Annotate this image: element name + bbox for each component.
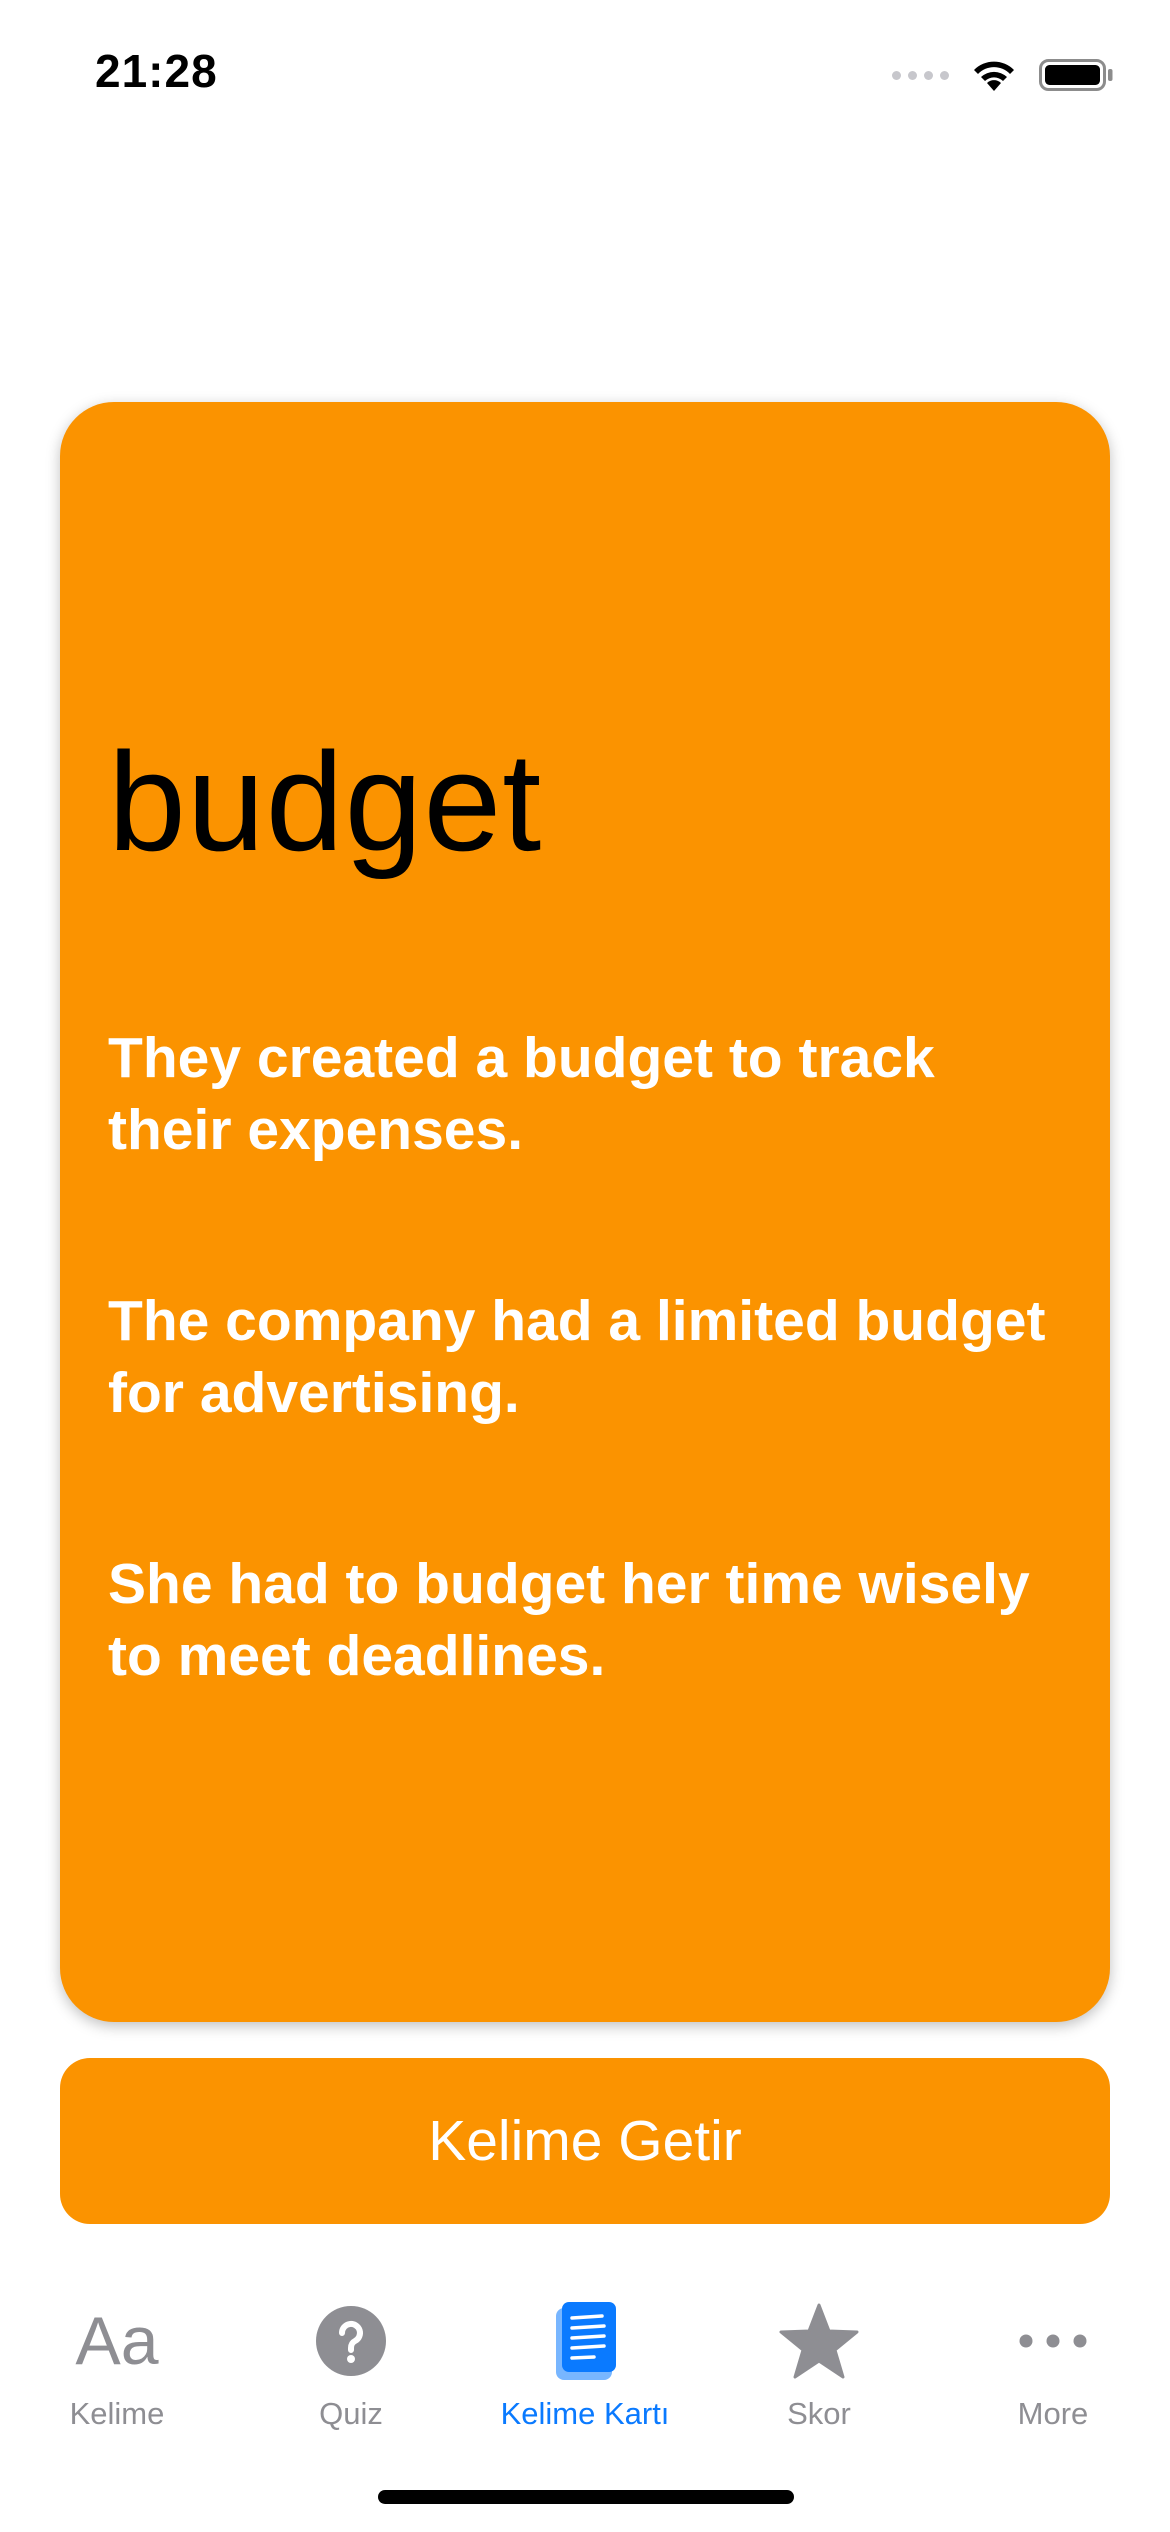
tab-label: Quiz xyxy=(319,2396,383,2431)
text-format-icon: Aa xyxy=(75,2303,159,2379)
fetch-word-button[interactable]: Kelime Getir xyxy=(60,2058,1110,2224)
tab-skor[interactable]: Skor xyxy=(702,2266,936,2446)
tab-label: Kelime Kartı xyxy=(500,2396,670,2431)
status-time: 21:28 xyxy=(95,45,218,97)
home-indicator[interactable] xyxy=(378,2490,794,2504)
battery-icon xyxy=(1039,59,1113,91)
status-bar: 21:28 xyxy=(0,0,1170,150)
tab-label: Kelime xyxy=(69,2396,165,2431)
card-word: budget xyxy=(108,723,543,880)
tab-kelime-karti[interactable]: Kelime Kartı xyxy=(468,2266,702,2446)
tab-quiz[interactable]: Quiz xyxy=(234,2266,468,2446)
example-sentence: The company had a limited budget for adv… xyxy=(108,1289,1046,1425)
status-icons xyxy=(892,50,1115,100)
word-card[interactable]: budget They created a budget to track th… xyxy=(60,402,1110,2022)
star-icon xyxy=(774,2296,864,2386)
tab-label: More xyxy=(1017,2396,1089,2431)
tab-label: Skor xyxy=(787,2396,851,2431)
wifi-icon xyxy=(974,61,1014,91)
ellipsis-icon xyxy=(1008,2296,1098,2386)
question-circle-icon xyxy=(306,2296,396,2386)
example-sentence: She had to budget her time wisely to mee… xyxy=(108,1552,1030,1688)
example-sentence: They created a budget to track their exp… xyxy=(108,1026,935,1162)
tab-more[interactable]: More xyxy=(936,2266,1170,2446)
cellular-signal-icon xyxy=(892,70,949,80)
book-icon xyxy=(540,2296,630,2386)
tab-kelime[interactable]: Aa Kelime xyxy=(0,2266,234,2446)
example-sentences: They created a budget to track their exp… xyxy=(108,1022,1068,1811)
